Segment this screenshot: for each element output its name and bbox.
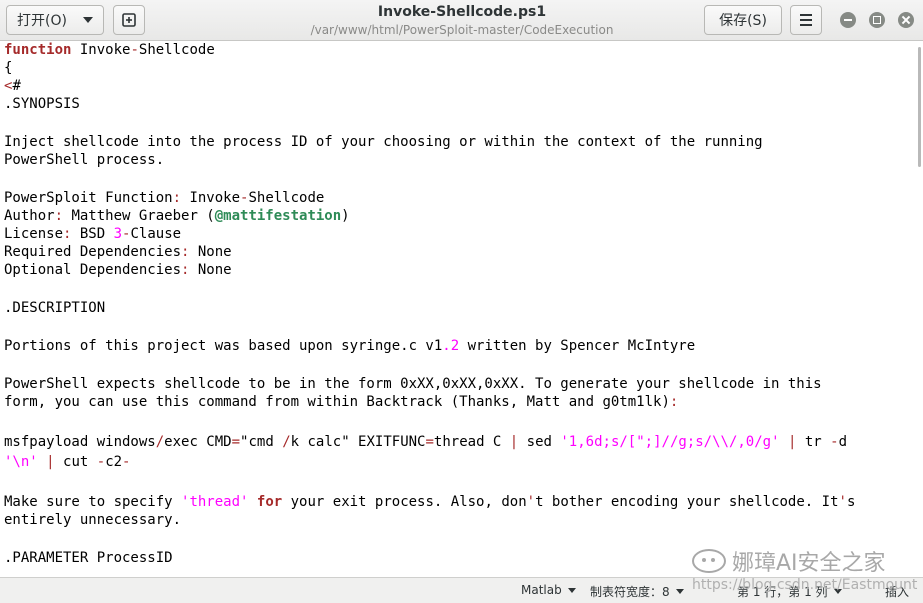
code-line: .SYNOPSIS	[4, 96, 80, 112]
code-line: entirely unnecessary.	[4, 512, 182, 528]
chevron-down-icon	[675, 589, 684, 594]
code-line: PowerShell process.	[4, 152, 165, 168]
tab-width-selector[interactable]: 制表符宽度：8	[590, 583, 684, 600]
code-editor[interactable]: function Invoke-Shellcode { <# .SYNOPSIS…	[0, 41, 923, 577]
code-line: <#	[4, 78, 21, 94]
code-line: PowerSploit Function: Invoke-Shellcode	[4, 190, 325, 206]
code-line: msfpayload windows/exec CMD="cmd /k calc…	[4, 434, 847, 450]
hamburger-icon	[800, 14, 812, 16]
window-title: Invoke-Shellcode.ps1 /var/www/html/Power…	[280, 3, 644, 38]
code-line: .DESCRIPTION	[4, 300, 106, 316]
minimize-icon[interactable]	[840, 12, 856, 28]
code-line: Portions of this project was based upon …	[4, 338, 696, 354]
code-line: .PARAMETER ProcessID	[4, 550, 173, 566]
code-line: function Invoke-Shellcode	[4, 42, 215, 58]
code-line: Author: Matthew Graeber (@mattifestation…	[4, 208, 350, 224]
code-line: Optional Dependencies: None	[4, 262, 232, 278]
vertical-scrollbar[interactable]	[918, 47, 921, 167]
maximize-icon[interactable]	[869, 12, 885, 28]
close-icon[interactable]	[898, 12, 914, 28]
new-document-icon	[122, 13, 136, 27]
code-line: Required Dependencies: None	[4, 244, 232, 260]
code-line: Make sure to specify 'thread' for your e…	[4, 494, 856, 510]
watermark: 娜璋AI安全之家	[692, 545, 886, 577]
save-button[interactable]: 保存(S)	[704, 5, 782, 35]
language-selector[interactable]: Matlab	[521, 583, 576, 597]
code-line: form, you can use this command from with…	[4, 394, 679, 410]
file-name: Invoke-Shellcode.ps1	[377, 4, 547, 20]
code-line: PowerShell expects shellcode to be in th…	[4, 376, 822, 392]
code-line: License: BSD 3-Clause	[4, 226, 182, 242]
watermark-url: https://blog.csdn.net/Eastmount	[692, 577, 918, 593]
open-button-label: 打开(O)	[17, 13, 67, 29]
chevron-down-icon	[82, 17, 93, 23]
menu-button[interactable]	[790, 5, 822, 35]
new-tab-button[interactable]	[113, 5, 145, 35]
code-line: '\n' | cut -c2-	[4, 454, 131, 470]
file-path: /var/www/html/PowerSploit-master/CodeExe…	[310, 23, 614, 37]
wechat-icon	[692, 549, 726, 573]
header-bar: 打开(O) Invoke-Shellcode.ps1 /var/www/html…	[0, 0, 923, 41]
code-line: Inject shellcode into the process ID of …	[4, 134, 763, 150]
open-button[interactable]: 打开(O)	[6, 5, 104, 35]
code-line: {	[4, 60, 13, 76]
chevron-down-icon	[567, 587, 576, 593]
watermark-text: 娜璋AI安全之家	[732, 551, 886, 576]
